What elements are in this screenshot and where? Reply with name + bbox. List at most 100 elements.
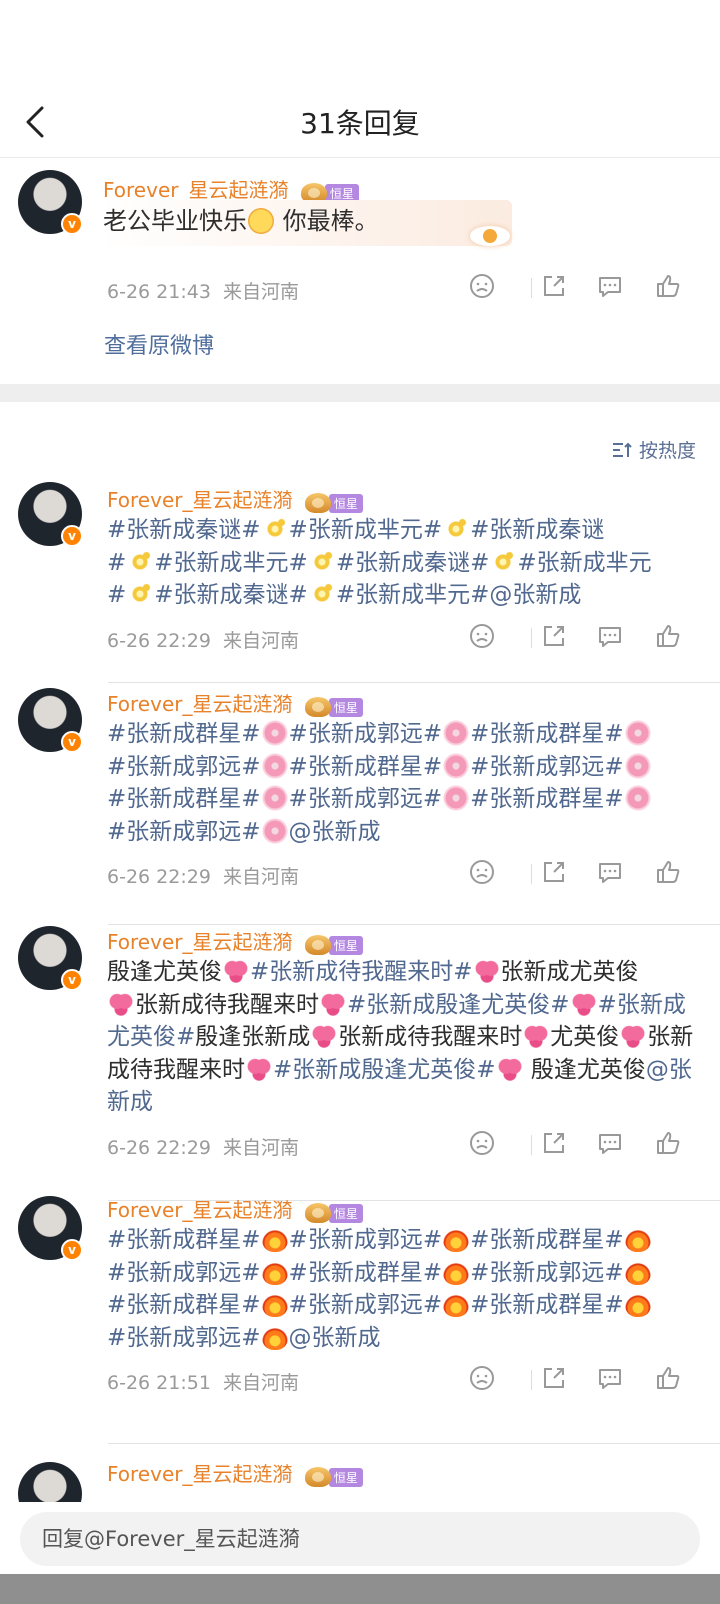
hashtag[interactable]: #张新成郭远# [470, 1260, 624, 1286]
action-separator [531, 278, 532, 298]
reply-divider [108, 1443, 720, 1444]
hashtag[interactable]: #张新成群星# [470, 1227, 624, 1253]
hashtag[interactable]: #张新成群星# [107, 786, 261, 812]
username[interactable]: Forever_星云起涟漪 恒星 [107, 484, 363, 514]
comment-text-part: 你最棒。 [275, 207, 379, 235]
comment-text-part: 老公毕业快乐 [103, 207, 247, 235]
dislike-button[interactable] [468, 622, 500, 654]
hashtag[interactable]: #张新成郭远# [107, 819, 261, 845]
like-button[interactable] [654, 1364, 686, 1396]
action-separator [531, 1370, 532, 1390]
flower-emoji-icon [443, 785, 470, 811]
username[interactable]: Forever_星云起涟漪 恒星 [107, 1460, 363, 1488]
comment-text: 殷逢尤英俊 #张新成待我醒来时# 张新成尤英俊 张新成待我醒来时 #张新成殷逢尤英俊# #… [107, 956, 707, 1119]
username[interactable]: Forever_星云起涟漪 恒星 [107, 1194, 363, 1224]
view-original-link[interactable]: 查看原微博 [104, 328, 214, 360]
hashtag[interactable]: #张新成群星# [470, 1292, 624, 1318]
rank-badge-label: 恒星 [328, 1203, 363, 1223]
comment-button[interactable] [596, 622, 628, 654]
comment-time: 6-26 22:29 [107, 630, 211, 652]
hashtag[interactable]: #张新成郭远# [289, 721, 443, 747]
comment-button[interactable] [596, 1364, 628, 1396]
avatar[interactable]: v [18, 1196, 86, 1264]
like-button[interactable] [654, 858, 686, 890]
comment-meta: 6-26 22:29 来自河南 [107, 1133, 299, 1160]
hashtag[interactable]: #张新成殷逢尤英俊# [347, 992, 570, 1018]
comment-icon [599, 277, 621, 297]
hashtag[interactable]: #张新成郭远# [107, 1325, 261, 1351]
share-button[interactable] [540, 272, 572, 304]
mention-link[interactable]: @张新成 [289, 1325, 381, 1351]
like-button[interactable] [654, 272, 686, 304]
username[interactable]: Forever_星云起涟漪 恒星 [107, 926, 363, 956]
rank-badge[interactable]: 恒星 [304, 932, 363, 956]
rank-badge[interactable]: 恒星 [304, 1200, 363, 1224]
username[interactable]: Forever_星云起涟漪 恒星 [107, 688, 363, 718]
verified-v-icon: v [61, 213, 83, 235]
comment-text-part: 殷逢张新成 [195, 1024, 311, 1050]
like-button[interactable] [654, 622, 686, 654]
hashtag[interactable]: # [107, 550, 126, 576]
share-button[interactable] [540, 1364, 572, 1396]
like-button[interactable] [654, 1129, 686, 1161]
hashtag[interactable]: #张新成芈元#@张新成 [336, 582, 582, 608]
hashtag[interactable]: #张新成郭远# [470, 754, 624, 780]
share-button[interactable] [540, 622, 572, 654]
hashtag[interactable]: #张新成芈元 [517, 550, 651, 576]
heart-emoji-icon [108, 990, 134, 1017]
comment-text-part: 张新成待我醒来时 [338, 1024, 523, 1050]
mention-link[interactable]: @张新成 [289, 819, 381, 845]
hashtag[interactable]: #张新成郭远# [107, 754, 261, 780]
comment-button[interactable] [596, 858, 628, 890]
avatar[interactable]: v [18, 688, 86, 756]
reply-item: v Forever_星云起涟漪 恒星 #张新成群星# #张新成郭远# #张新成群星#… [0, 1194, 720, 1444]
hashtag[interactable]: #张新成殷逢尤英俊# [273, 1057, 496, 1083]
rank-badge-label: 恒星 [328, 935, 363, 955]
comment-button[interactable] [596, 272, 628, 304]
hashtag[interactable]: #张新成秦谜 [470, 517, 604, 543]
avatar[interactable]: v [18, 170, 86, 238]
rank-badge[interactable]: 恒星 [304, 694, 363, 718]
reply-input-bar[interactable] [20, 1512, 700, 1566]
hashtag[interactable]: #张新成待我醒来时# [250, 959, 473, 985]
action-bar [468, 622, 708, 654]
share-button[interactable] [540, 1129, 572, 1161]
action-separator [531, 628, 532, 648]
dislike-button[interactable] [468, 272, 500, 304]
heart-emoji-icon [246, 1055, 272, 1082]
hashtag[interactable]: #张新成秦谜# [154, 582, 308, 608]
hashtag[interactable]: #张新成郭远# [289, 1227, 443, 1253]
hashtag[interactable]: #张新成群星# [289, 754, 443, 780]
avatar[interactable]: v [18, 926, 86, 994]
hashtag[interactable]: #张新成秦谜# [336, 550, 490, 576]
hashtag[interactable]: #张新成群星# [470, 786, 624, 812]
hashtag[interactable]: #张新成郭远# [289, 786, 443, 812]
hashtag[interactable]: # [107, 582, 126, 608]
top-nav-bar: 31条回复 [0, 88, 720, 158]
dislike-face-icon [470, 1131, 494, 1155]
comment-button[interactable] [596, 1129, 628, 1161]
crown-icon [304, 1203, 331, 1223]
reply-input[interactable] [20, 1512, 700, 1566]
rank-badge[interactable]: 恒星 [304, 1464, 363, 1488]
hashtag[interactable]: #张新成芈元# [289, 517, 443, 543]
comment-text-part: 殷逢尤英俊 [107, 959, 222, 985]
hashtag[interactable]: #张新成群星# [107, 1227, 261, 1253]
hashtag[interactable]: #张新成群星# [107, 721, 261, 747]
dislike-button[interactable] [468, 858, 500, 890]
sparkles-emoji-icon [490, 548, 517, 575]
dislike-button[interactable] [468, 1364, 500, 1396]
hashtag[interactable]: #张新成芈元# [154, 550, 308, 576]
sort-by-hot-button[interactable]: 按热度 [611, 436, 696, 463]
hashtag[interactable]: #张新成郭远# [289, 1292, 443, 1318]
hashtag[interactable]: #张新成秦谜# [107, 517, 261, 543]
avatar[interactable] [18, 1462, 86, 1502]
hashtag[interactable]: #张新成群星# [470, 721, 624, 747]
share-button[interactable] [540, 858, 572, 890]
hashtag[interactable]: #张新成群星# [107, 1292, 261, 1318]
rank-badge[interactable]: 恒星 [304, 490, 363, 514]
avatar[interactable]: v [18, 482, 86, 550]
hashtag[interactable]: #张新成群星# [289, 1260, 443, 1286]
hashtag[interactable]: #张新成郭远# [107, 1260, 261, 1286]
dislike-button[interactable] [468, 1129, 500, 1161]
